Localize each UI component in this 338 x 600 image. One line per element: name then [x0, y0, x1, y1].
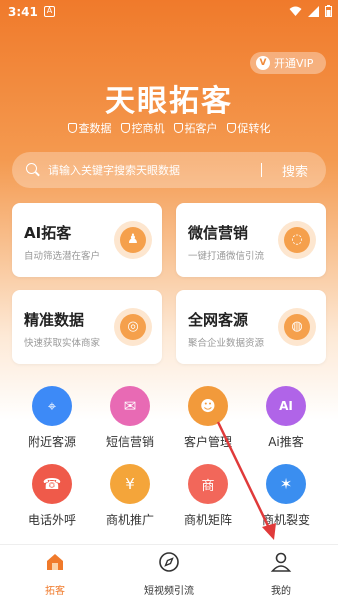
battery-icon	[325, 5, 332, 17]
tag-label: 拓客户	[184, 122, 218, 135]
tab-label: 短视频引流	[144, 586, 194, 597]
network-icon: ✶	[266, 464, 306, 504]
feature-ai-push[interactable]: AI Ai推客	[246, 386, 326, 450]
phone-icon: ☎	[32, 464, 72, 504]
feature-label: 电话外呼	[27, 513, 76, 527]
tab-prospecting[interactable]: 拓客	[15, 551, 95, 597]
target-icon: ◎	[114, 308, 152, 346]
ai-phone-icon: AI	[266, 386, 306, 426]
card-all-network[interactable]: 全网客源 聚合企业数据资源 ◍	[176, 290, 326, 364]
feature-label: 商机推广	[105, 513, 154, 527]
card-title: 微信营销	[188, 224, 249, 242]
compass-icon	[159, 552, 179, 572]
contacts-icon: ☻	[188, 386, 228, 426]
person-icon	[270, 552, 292, 572]
sms-icon: ✉	[110, 386, 150, 426]
feature-label: 商机矩阵	[183, 513, 232, 527]
shield-icon	[120, 123, 130, 133]
home-icon	[47, 554, 63, 570]
bottom-tab-bar: 拓客 短视频引流 我的	[0, 544, 338, 600]
tag-label: 查数据	[78, 122, 112, 135]
user-tie-icon: ♟	[114, 221, 152, 259]
tab-short-video[interactable]: 短视频引流	[129, 551, 209, 597]
card-subtitle: 快速获取实体商家	[24, 338, 101, 349]
tag-label: 挖商机	[131, 122, 165, 135]
feature-phone-call[interactable]: ☎ 电话外呼	[12, 464, 92, 528]
search-button[interactable]: 搜索	[282, 161, 308, 180]
globe-icon: ◍	[278, 308, 316, 346]
feature-label: 客户管理	[183, 435, 232, 449]
shop-icon: 商	[188, 464, 228, 504]
tab-label: 拓客	[45, 586, 65, 597]
vip-label: 开通VIP	[274, 57, 314, 70]
feature-label: 商机裂变	[261, 513, 310, 527]
card-precise-data[interactable]: 精准数据 快速获取实体商家 ◎	[12, 290, 162, 364]
card-ai-prospecting[interactable]: AI拓客 自动筛选潜在客户 ♟	[12, 203, 162, 277]
card-title: AI拓客	[24, 224, 72, 242]
vip-badge-icon: V	[256, 56, 270, 70]
feature-label: 短信营销	[105, 435, 154, 449]
tag-item: 促转化	[226, 120, 271, 136]
tag-label: 促转化	[237, 122, 271, 135]
wifi-icon	[289, 6, 302, 16]
feature-business-fission[interactable]: ✶ 商机裂变	[246, 464, 326, 528]
search-bar[interactable]: 请输入关键字搜索天眼数据 搜索	[12, 152, 326, 188]
card-title: 精准数据	[24, 311, 85, 329]
feature-nearby-customers[interactable]: ⌖ 附近客源	[12, 386, 92, 450]
card-subtitle: 聚合企业数据资源	[188, 338, 265, 349]
vip-button[interactable]: V 开通VIP	[250, 52, 326, 74]
tag-item: 查数据	[67, 120, 112, 136]
feature-label: Ai推客	[268, 435, 304, 449]
shield-icon	[67, 123, 77, 133]
card-subtitle: 自动筛选潜在客户	[24, 251, 101, 262]
tab-label: 我的	[271, 586, 291, 597]
location-pin-icon: ⌖	[32, 386, 72, 426]
tag-item: 挖商机	[120, 120, 165, 136]
feature-business-matrix[interactable]: 商 商机矩阵	[168, 464, 248, 528]
card-title: 全网客源	[188, 311, 249, 329]
notification-a-icon: A	[44, 6, 55, 17]
signal-icon	[308, 5, 319, 17]
shield-icon	[226, 123, 236, 133]
feature-business-promotion[interactable]: ¥ 商机推广	[90, 464, 170, 528]
feature-sms-marketing[interactable]: ✉ 短信营销	[90, 386, 170, 450]
tab-mine[interactable]: 我的	[241, 551, 321, 597]
feature-tags: 查数据 挖商机 拓客户 促转化	[0, 120, 338, 136]
status-time: 3:41	[8, 5, 38, 19]
feature-customer-management[interactable]: ☻ 客户管理	[168, 386, 248, 450]
search-icon	[26, 163, 40, 177]
money-bag-icon: ¥	[110, 464, 150, 504]
search-input[interactable]: 请输入关键字搜索天眼数据	[48, 162, 261, 178]
tag-item: 拓客户	[173, 120, 218, 136]
app-title: 天眼拓客	[105, 84, 233, 119]
wechat-icon: ◌	[278, 221, 316, 259]
search-divider	[260, 163, 262, 177]
shield-icon	[173, 123, 183, 133]
status-bar: 3:41 A	[0, 0, 338, 24]
card-subtitle: 一键打通微信引流	[188, 251, 265, 262]
feature-label: 附近客源	[27, 435, 76, 449]
card-wechat-marketing[interactable]: 微信营销 一键打通微信引流 ◌	[176, 203, 326, 277]
